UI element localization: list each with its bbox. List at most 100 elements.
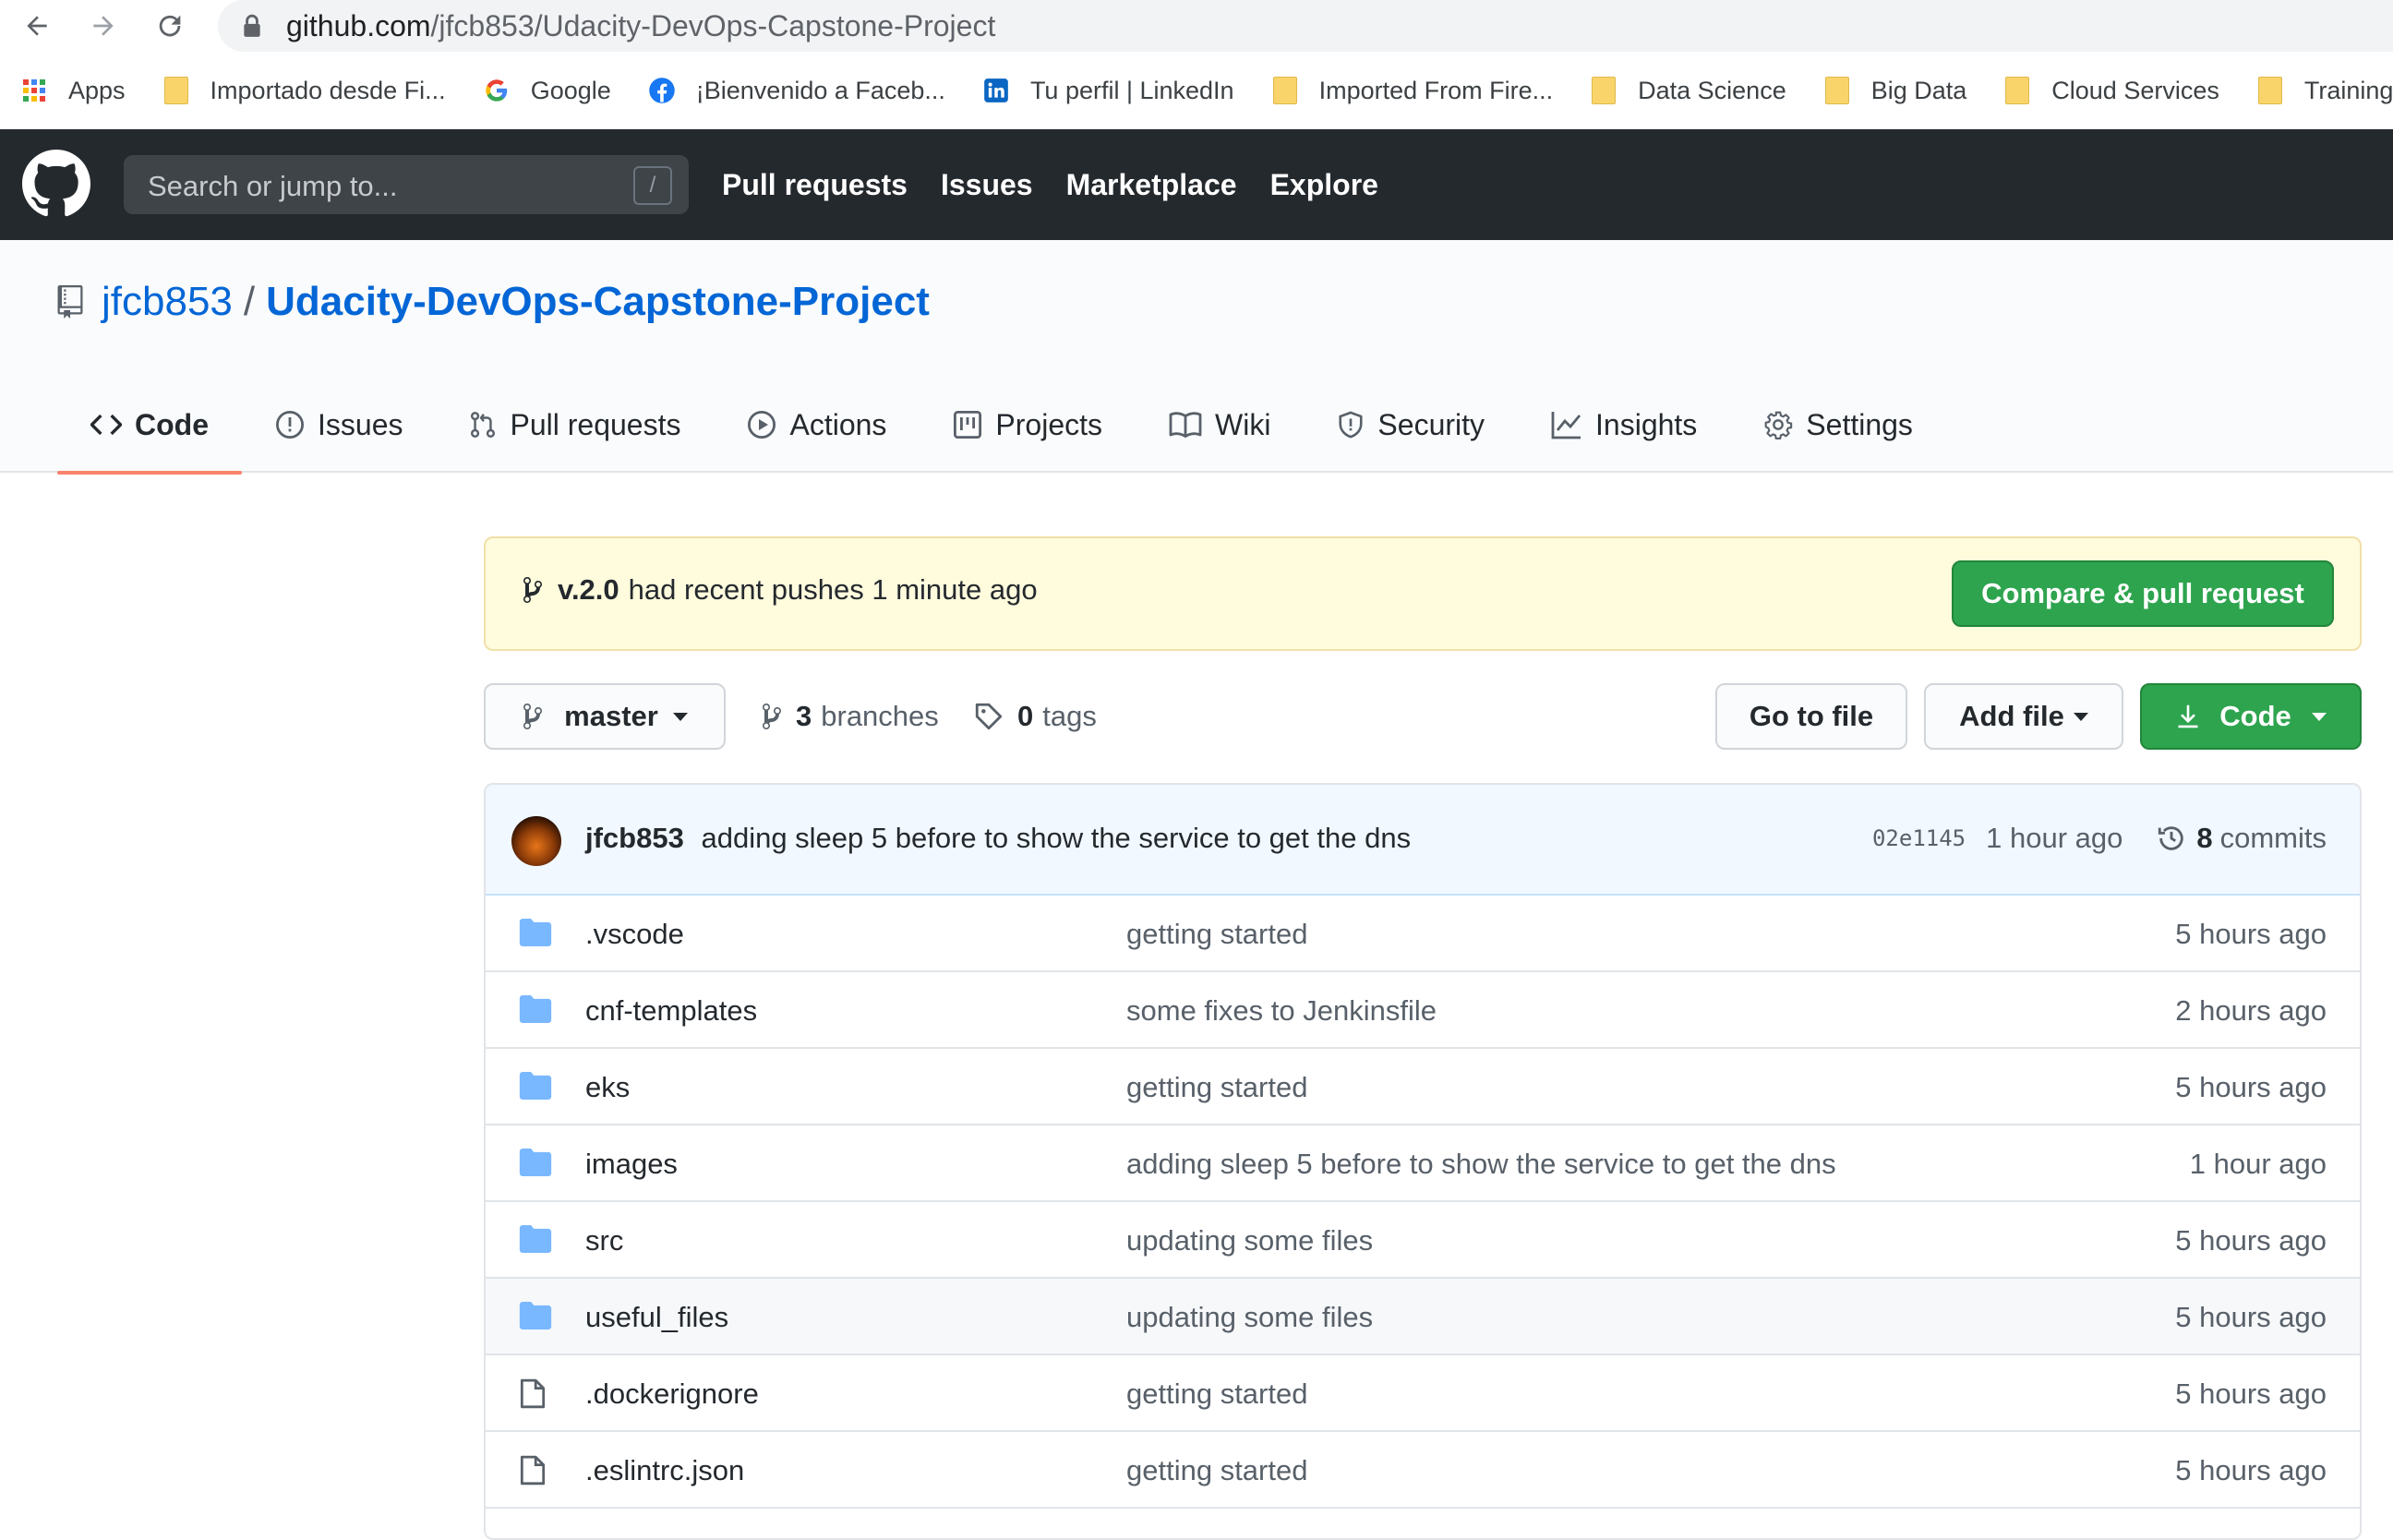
tab-projects[interactable]: Projects [920, 377, 1136, 473]
tab-code[interactable]: Code [57, 377, 242, 475]
tab-actions[interactable]: Actions [714, 377, 920, 473]
file-commit-message-link[interactable]: getting started [1126, 918, 1307, 951]
file-name-link[interactable]: cnf-templates [585, 994, 757, 1028]
address-bar[interactable]: github.com/jfcb853/Udacity-DevOps-Capsto… [218, 0, 2393, 52]
tab-insights[interactable]: Insights [1518, 377, 1730, 473]
tab-label: Wiki [1215, 407, 1271, 441]
nav-explore[interactable]: Explore [1270, 168, 1378, 202]
commit-author-link[interactable]: jfcb853 [585, 822, 684, 854]
file-commit-message-link[interactable]: getting started [1126, 1454, 1307, 1487]
go-to-file-button[interactable]: Go to file [1715, 683, 1907, 750]
folder-icon [519, 1072, 552, 1101]
table-row[interactable]: .dockerignore getting started 5 hours ago [486, 1355, 2360, 1432]
repo-title: jfcb853 / Udacity-DevOps-Capstone-Projec… [57, 279, 930, 325]
tab-settings[interactable]: Settings [1730, 377, 1946, 473]
bookmark-item[interactable]: Data Science [1590, 66, 1786, 114]
bookmark-label: Cloud Services [2051, 76, 2219, 104]
bookmark-item[interactable]: Big Data [1823, 66, 1967, 114]
file-commit-age: 5 hours ago [2175, 1071, 2327, 1103]
table-row[interactable]: src updating some files 5 hours ago [486, 1202, 2360, 1279]
shield-icon [1337, 410, 1365, 439]
commit-sha-link[interactable]: 02e1145 [1872, 825, 1966, 851]
reload-icon [159, 15, 181, 37]
file-commit-message-link[interactable]: updating some files [1126, 1301, 1373, 1334]
tab-issues[interactable]: Issues [242, 377, 436, 473]
nav-issues[interactable]: Issues [941, 168, 1033, 202]
file-name-link[interactable]: .eslintrc.json [585, 1454, 744, 1487]
nav-pull-requests[interactable]: Pull requests [722, 168, 908, 202]
tags-link[interactable]: 0 tags [973, 683, 1097, 750]
repo-tabs: Code Issues Pull requests Actions Projects Wi… [57, 377, 1946, 475]
add-file-button[interactable]: Add file [1924, 683, 2123, 750]
back-button[interactable] [17, 6, 57, 46]
branches-link[interactable]: 3 branches [761, 683, 939, 750]
file-commit-message-link[interactable]: some fixes to Jenkinsfile [1126, 994, 1437, 1028]
code-button-label: Code [2219, 700, 2291, 732]
folder-icon [519, 1149, 552, 1178]
commits-history-link[interactable]: 8 commits [2156, 822, 2327, 855]
file-commit-message-link[interactable]: adding sleep 5 before to show the servic… [1126, 1148, 1836, 1181]
commit-message-link[interactable]: adding sleep 5 before to show the servic… [701, 822, 1411, 854]
commits-label: commits [2219, 822, 2327, 854]
caret-down-icon [2073, 712, 2088, 721]
search-input[interactable]: Search or jump to... / [124, 155, 689, 214]
tab-pull-requests[interactable]: Pull requests [436, 377, 714, 473]
file-name-link[interactable]: eks [585, 1071, 630, 1104]
folder-icon [162, 77, 190, 104]
file-name-link[interactable]: images [585, 1148, 678, 1181]
tab-wiki[interactable]: Wiki [1136, 377, 1304, 473]
table-row[interactable]: useful_files updating some files 5 hours a… [486, 1279, 2360, 1355]
bookmark-item[interactable]: ¡Bienvenido a Faceb... [648, 66, 945, 114]
reload-button[interactable] [150, 6, 190, 46]
tab-label: Actions [789, 407, 887, 441]
bookmark-label: Importado desde Fi... [210, 76, 446, 104]
bookmark-item[interactable]: Training [2256, 66, 2393, 114]
bookmark-item[interactable]: Apps [20, 66, 126, 114]
tab-label: Security [1377, 407, 1485, 441]
history-icon [2159, 826, 2184, 850]
bookmark-item[interactable]: Google [483, 66, 611, 114]
file-commit-message-link[interactable]: getting started [1126, 1071, 1307, 1104]
bookmark-item[interactable]: Tu perfil | LinkedIn [982, 66, 1234, 114]
bookmark-item[interactable]: Cloud Services [2003, 66, 2219, 114]
tab-security[interactable]: Security [1304, 377, 1518, 473]
file-name-link[interactable]: .dockerignore [585, 1378, 759, 1411]
commits-count: 8 [2196, 822, 2213, 854]
file-name-link[interactable]: useful_files [585, 1301, 728, 1334]
code-download-button[interactable]: Code [2140, 683, 2362, 750]
download-icon [2178, 704, 2198, 728]
table-row[interactable]: cnf-templates some fixes to Jenkinsfile 2 … [486, 972, 2360, 1049]
linkedin-icon [982, 77, 1010, 104]
compare-pull-request-button[interactable]: Compare & pull request [1952, 560, 2334, 627]
file-commit-message-link[interactable]: updating some files [1126, 1224, 1373, 1257]
nav-marketplace[interactable]: Marketplace [1066, 168, 1237, 202]
file-name-link[interactable]: .vscode [585, 918, 684, 951]
file-commit-message-link[interactable]: getting started [1126, 1378, 1307, 1411]
git-pull-request-icon [469, 410, 497, 439]
avatar[interactable] [511, 816, 561, 866]
bookmark-label: Data Science [1638, 76, 1786, 104]
browser-toolbar: github.com/jfcb853/Udacity-DevOps-Capsto… [0, 0, 2393, 52]
file-navigation: master 3 branches 0 tags Go to file Add … [484, 683, 2362, 750]
bookmark-item[interactable]: Importado desde Fi... [162, 66, 446, 114]
tab-label: Issues [318, 407, 403, 441]
recent-branch-name[interactable]: v.2.0 [558, 573, 619, 607]
table-row[interactable]: images adding sleep 5 before to show the … [486, 1125, 2360, 1202]
branches-count: 3 [796, 700, 812, 732]
folder-icon [1271, 77, 1299, 104]
forward-button[interactable] [83, 6, 124, 46]
repo-name-link[interactable]: Udacity-DevOps-Capstone-Project [266, 279, 930, 325]
table-row[interactable]: .vscode getting started 5 hours ago [486, 896, 2360, 972]
bookmark-label: Big Data [1870, 76, 1967, 104]
table-row[interactable]: eks getting started 5 hours ago [486, 1049, 2360, 1125]
github-logo-icon[interactable] [22, 150, 90, 218]
branch-select-button[interactable]: master [484, 683, 726, 750]
folder-icon [519, 995, 552, 1025]
repo-owner-link[interactable]: jfcb853 [102, 279, 233, 325]
bookmark-item[interactable]: Imported From Fire... [1271, 66, 1553, 114]
commit-meta: 02e1145 1 hour ago 8 commits [1872, 822, 2327, 855]
table-row[interactable]: .eslintrc.json getting started 5 hours ago [486, 1432, 2360, 1509]
bookmark-label: Google [530, 76, 611, 104]
file-name-link[interactable]: src [585, 1224, 623, 1257]
tab-label: Pull requests [510, 407, 681, 441]
